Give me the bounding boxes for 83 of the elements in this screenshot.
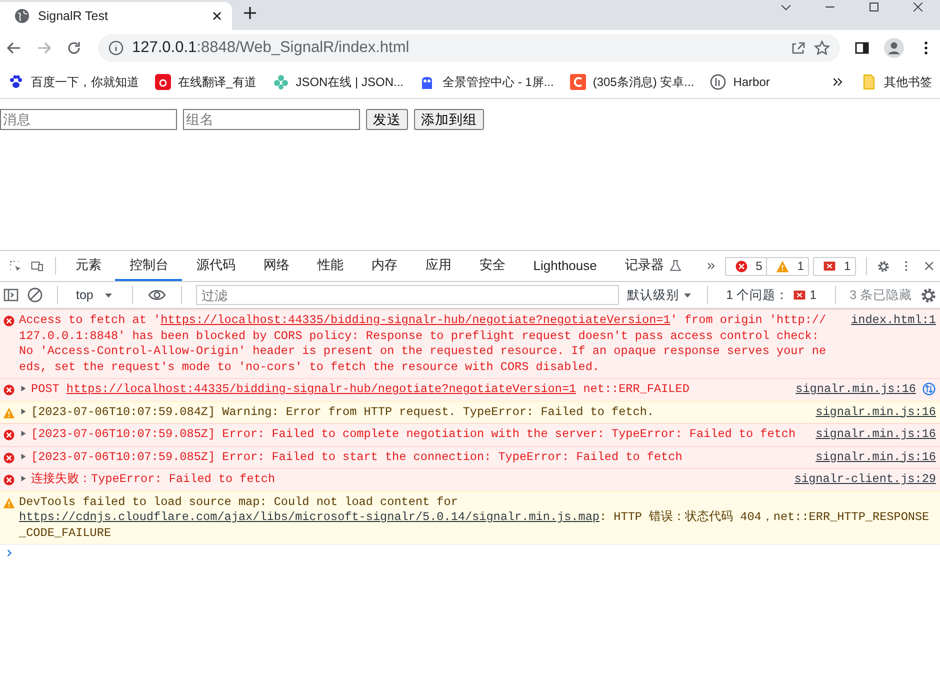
reload-icon[interactable] xyxy=(66,40,82,56)
network-request-icon[interactable] xyxy=(922,382,936,396)
console-message: DevTools failed to load source map: Could not load content for https://cdnjs.cloudflare.com/ajax/libs/microsoft-signalr/5.0.14/signalr.min.js.map: HTTP 错误：状态代码 404，net::ERR_HTTP_RESPONSE_CODE_FAILURE xyxy=(19,494,930,541)
url-link[interactable]: https://localhost:44335/bidding-signalr-hub/negotiate?negotiateVersion=1 xyxy=(66,382,576,396)
expand-icon[interactable] xyxy=(19,429,28,438)
star-icon[interactable] xyxy=(814,40,830,56)
url-link[interactable]: https://cdnjs.cloudflare.com/ajax/libs/microsoft-signalr/5.0.14/signalr.min.js.map xyxy=(19,510,600,524)
flask-icon xyxy=(668,258,682,272)
form-button[interactable]: 添加到组 xyxy=(414,109,484,130)
issue-counter[interactable]: 1 xyxy=(812,256,856,276)
bookmark[interactable]: Harbor xyxy=(710,74,770,90)
close-icon[interactable] xyxy=(911,0,925,14)
devtools-tab[interactable]: 记录器 xyxy=(610,251,701,281)
devtools-tab[interactable]: 源代码 xyxy=(182,251,250,281)
warning-icon xyxy=(3,406,15,418)
devtools-tab[interactable]: 内存 xyxy=(357,251,412,281)
issues-button[interactable]: 1 个问题： 1 xyxy=(722,286,821,304)
error-icon xyxy=(3,452,15,464)
warning-icon xyxy=(776,260,790,272)
context-selector[interactable]: top xyxy=(72,288,118,302)
console-message: 连接失败：TypeError: Failed to fetch xyxy=(19,472,776,488)
info-icon xyxy=(108,40,124,56)
paw-icon xyxy=(8,74,24,90)
expand-icon[interactable] xyxy=(19,384,28,393)
new-tab-icon[interactable] xyxy=(242,5,258,21)
folder-icon xyxy=(861,74,877,90)
expand-icon[interactable] xyxy=(19,452,28,460)
console-message: POST https://localhost:44335/bidding-signalr-hub/negotiate?negotiateVersion=1 net::ERR_FAILED xyxy=(19,382,778,398)
profile-icon[interactable] xyxy=(884,38,904,58)
input-field[interactable]: 消息 xyxy=(0,109,177,130)
clear-icon[interactable] xyxy=(27,287,43,303)
warning-counter[interactable]: 1 xyxy=(766,256,809,276)
share-icon[interactable] xyxy=(790,40,806,56)
browser-tab[interactable]: SignalR Test xyxy=(0,2,232,30)
settings-icon[interactable] xyxy=(920,286,937,304)
bookmark[interactable]: (305条消息) 安卓... xyxy=(570,74,694,90)
sidebar-icon[interactable] xyxy=(3,287,19,303)
expand-icon[interactable] xyxy=(19,474,28,483)
console-message: [2023-07-06T10:07:59.085Z] Error: Failed to start the connection: TypeError: Failed to fetch xyxy=(19,450,798,465)
app-tile-icon xyxy=(155,74,171,90)
error-counter[interactable]: 5 xyxy=(724,256,768,276)
back-icon[interactable] xyxy=(6,40,22,56)
error-icon xyxy=(3,474,15,486)
flower-icon xyxy=(272,74,289,90)
maximize-icon[interactable] xyxy=(867,0,881,14)
input-field[interactable]: 组名 xyxy=(183,109,360,130)
error-icon xyxy=(734,260,748,272)
devtools-tab[interactable]: 性能 xyxy=(303,251,358,281)
address-bar[interactable]: 127.0.0.1:8848/Web_SignalR/index.html xyxy=(98,34,840,62)
hidden-count: 3 条已隐藏 xyxy=(850,286,912,304)
letter-c-icon xyxy=(570,74,586,90)
devtools-tab[interactable]: 安全 xyxy=(465,251,520,281)
url-link[interactable]: https://localhost:44335/bidding-signalr-hub/negotiate?negotiateVersion=1 xyxy=(160,313,670,327)
devtools-tab[interactable]: 控制台 xyxy=(115,251,182,281)
bookmark-folder[interactable]: 其他书签 xyxy=(861,74,932,90)
expand-icon[interactable] xyxy=(19,406,28,416)
source-link[interactable]: signalr.min.js:16 xyxy=(816,427,936,442)
source-link[interactable]: index.html:1 xyxy=(851,313,936,328)
filter-field[interactable]: 过滤 xyxy=(196,285,620,305)
error-icon xyxy=(3,429,15,441)
error-icon xyxy=(3,384,15,396)
source-link[interactable]: signalr.min.js:16 xyxy=(816,450,936,465)
source-link[interactable]: signalr-client.js:29 xyxy=(794,472,936,488)
console-message: Access to fetch at 'https://localhost:44335/bidding-signalr-hub/negotiate?negotiateVersion=1' from origin 'http://127.0.0.1:8848' has been blocked by CORS policy: Response to preflight request doesn't pass access control check: No 'Access-Control-Allow-Origin' header is present on the requested resource. If an opaque response serves your needs, set the request's mode to 'no-cors' to fetch the resource with CORS disabled. xyxy=(19,313,828,375)
console-message: [2023-07-06T10:07:59.085Z] Error: Failed to complete negotiation with the server: TypeError: Failed to fetch xyxy=(19,427,798,442)
form-button[interactable]: 发送 xyxy=(366,109,408,130)
log-level-menu[interactable]: 默认级别 xyxy=(627,286,694,304)
side-panel-icon[interactable] xyxy=(854,40,870,56)
devtools-tab[interactable]: Lighthouse xyxy=(519,251,611,281)
devtools-tab[interactable]: 网络 xyxy=(249,251,304,281)
devtools-tab[interactable]: 应用 xyxy=(411,251,466,281)
issue-flag-icon xyxy=(822,260,836,272)
console-message: [2023-07-06T10:07:59.084Z] Warning: Error from HTTP request. TypeError: Failed to fetch. xyxy=(19,404,798,420)
warning-icon xyxy=(3,496,15,508)
bookmark[interactable]: 在线翻译_有道 xyxy=(155,74,257,90)
bookmark[interactable]: 全景管控中心 - 1屏... xyxy=(419,74,554,90)
bookmark[interactable]: JSON在线 | JSON... xyxy=(272,74,404,90)
issue-flag-icon xyxy=(792,288,806,302)
error-icon xyxy=(3,315,15,327)
source-link[interactable]: signalr.min.js:16 xyxy=(816,404,936,420)
bookmark[interactable]: 百度一下，你就知道 xyxy=(8,74,139,90)
source-link[interactable]: signalr.min.js:16 xyxy=(796,382,916,398)
devtools-tab[interactable]: 元素 xyxy=(61,251,116,281)
